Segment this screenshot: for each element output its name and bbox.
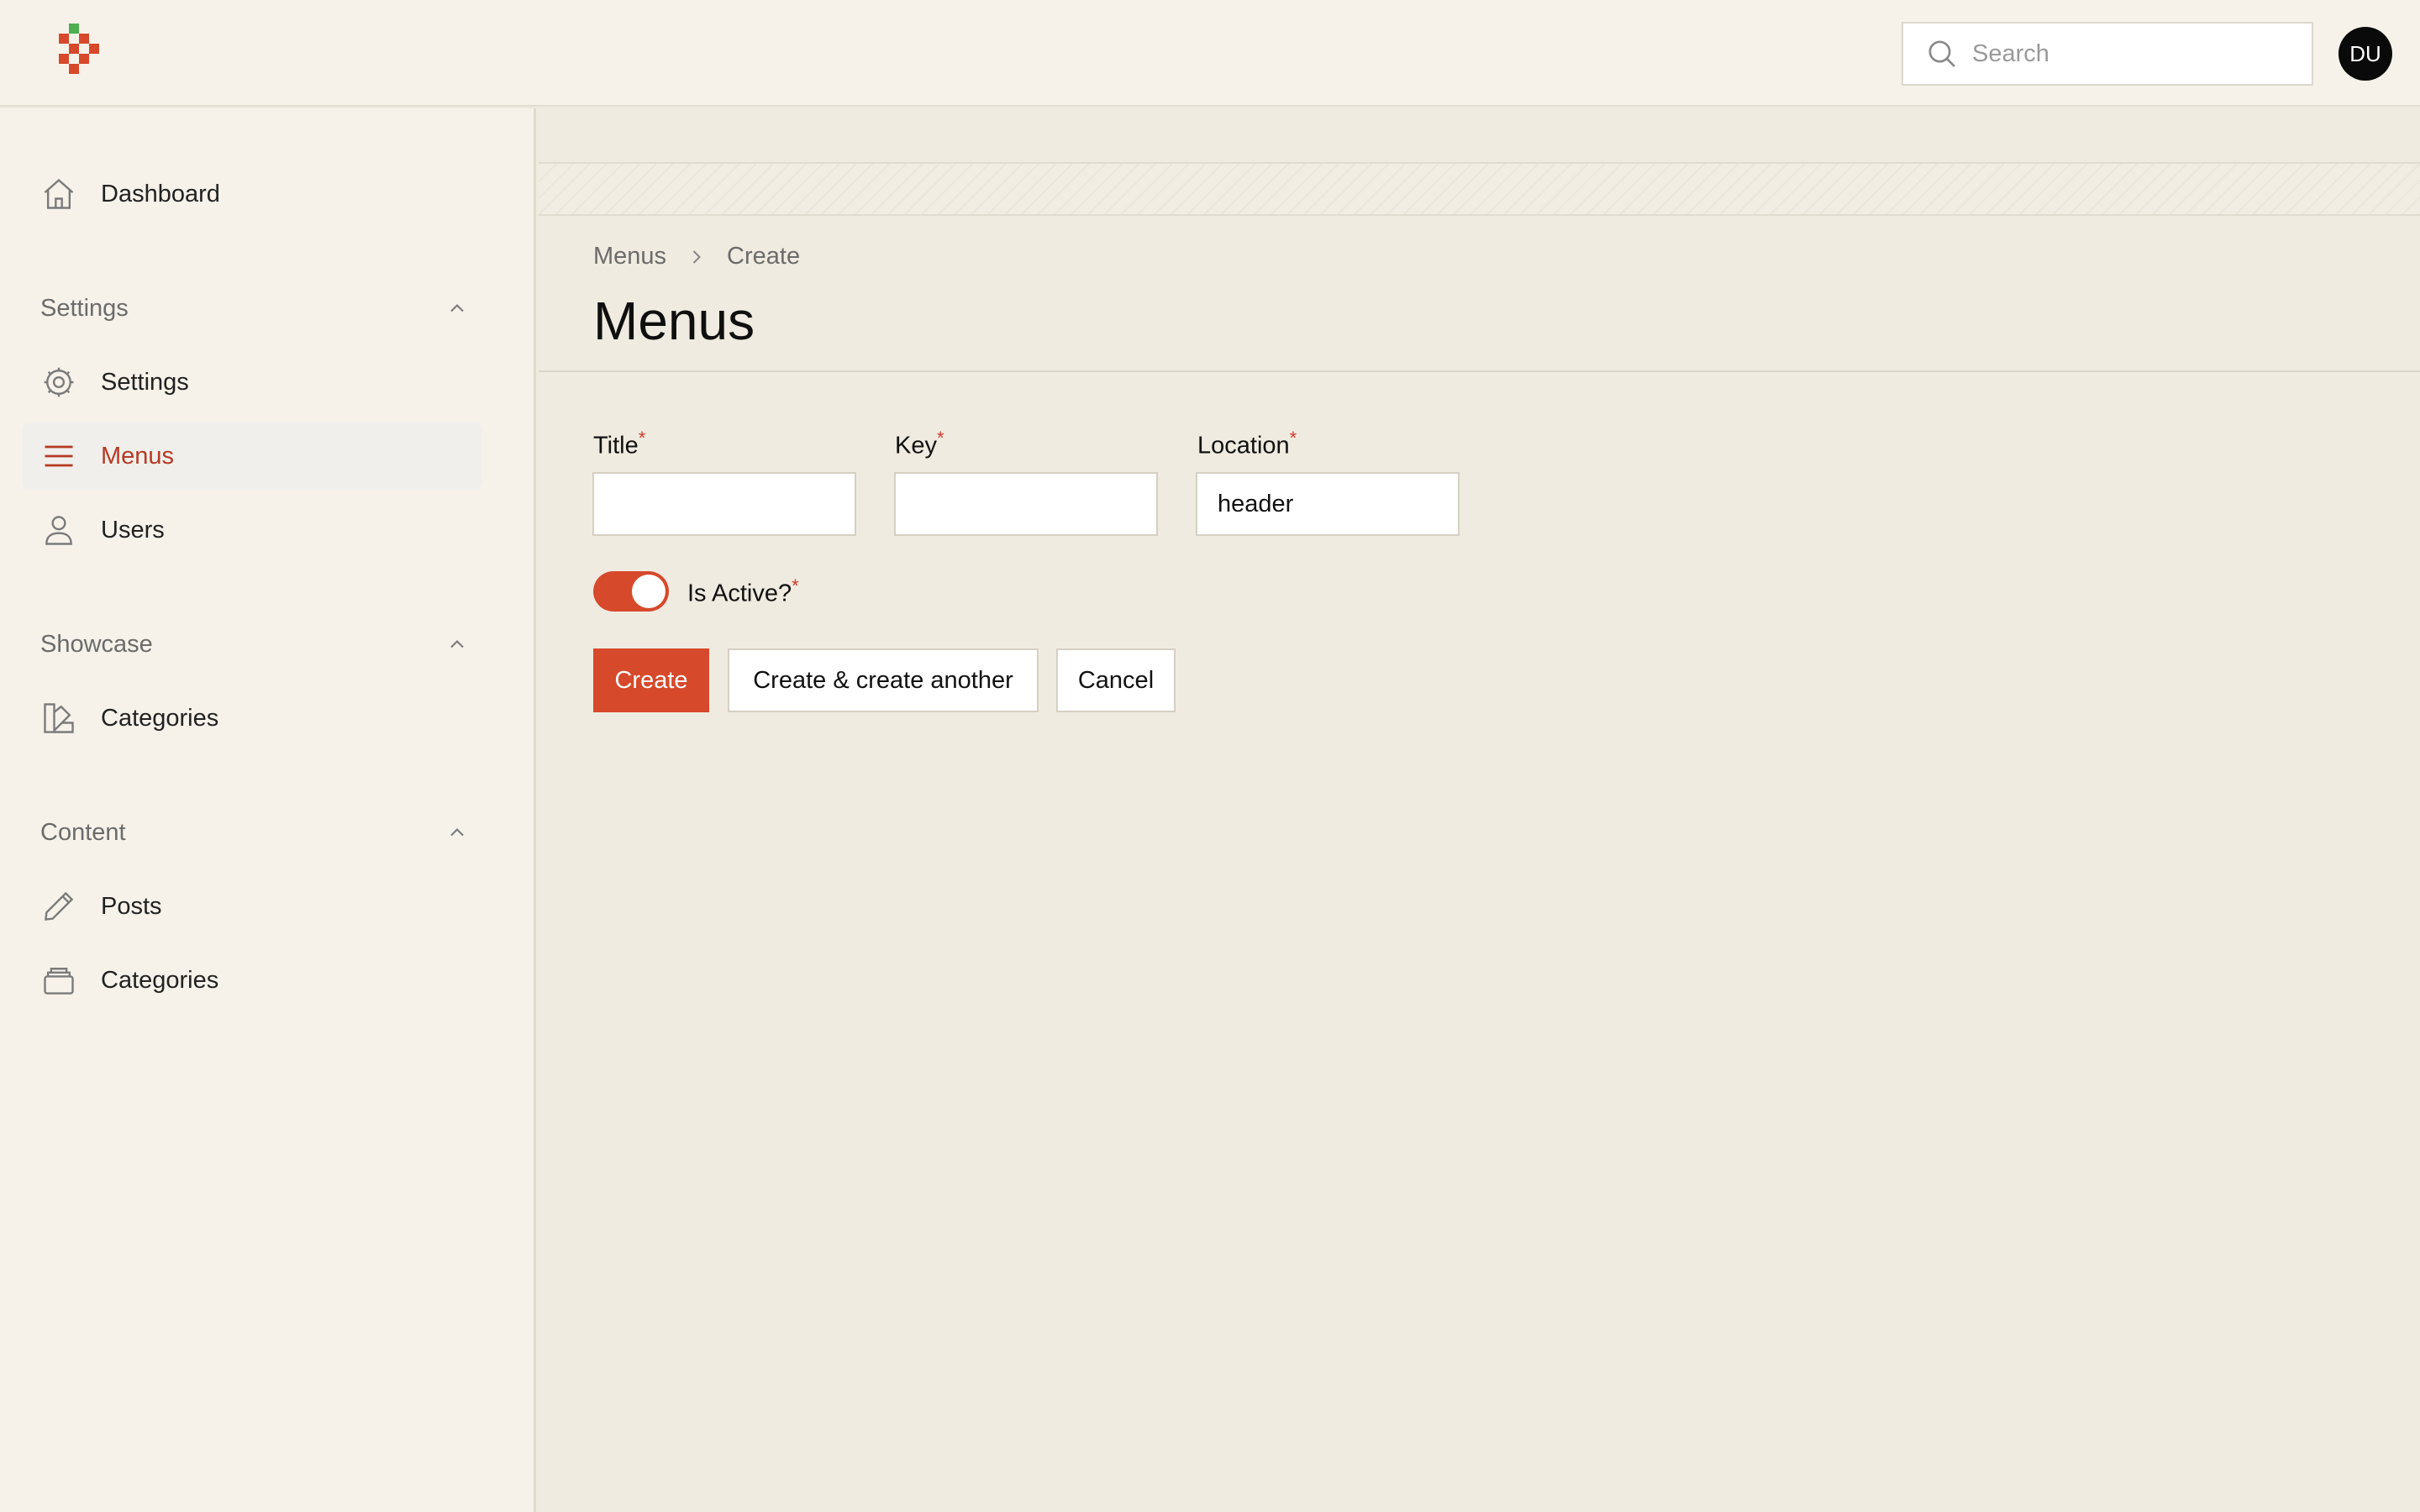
home-icon bbox=[44, 178, 74, 209]
sidebar-item-label: Posts bbox=[101, 892, 162, 920]
title-field[interactable] bbox=[592, 472, 856, 536]
group-header-content[interactable]: Content bbox=[40, 814, 469, 851]
group-header-settings[interactable]: Settings bbox=[40, 290, 469, 327]
sidebar-item-menus[interactable]: Menus bbox=[22, 423, 482, 490]
user-icon bbox=[45, 516, 72, 545]
breadcrumb-current: Create bbox=[727, 243, 801, 270]
sidebar-item-settings[interactable]: Settings bbox=[22, 349, 482, 416]
location-label: Location* bbox=[1197, 428, 1297, 459]
sidebar-item-content-categories[interactable]: Categories bbox=[22, 947, 482, 1014]
sidebar-item-label: Users bbox=[101, 516, 165, 543]
stack-icon bbox=[44, 968, 74, 995]
top-bar: DU bbox=[0, 0, 2420, 107]
page-title: Menus bbox=[593, 291, 755, 351]
group-label: Content bbox=[40, 818, 126, 846]
chevron-up-icon[interactable] bbox=[445, 633, 469, 656]
header-divider bbox=[539, 370, 2420, 372]
chevron-right-icon bbox=[692, 249, 702, 264]
striped-banner bbox=[539, 162, 2420, 216]
key-label: Key* bbox=[895, 428, 944, 459]
sidebar-item-showcase-categories[interactable]: Categories bbox=[22, 685, 482, 752]
breadcrumb-menus-link[interactable]: Menus bbox=[593, 243, 666, 270]
breadcrumb: Menus Create bbox=[593, 243, 800, 270]
pencil-icon bbox=[45, 891, 74, 921]
sidebar-item-users[interactable]: Users bbox=[22, 496, 482, 564]
location-field[interactable] bbox=[1196, 472, 1460, 536]
swatch-icon bbox=[44, 703, 74, 733]
user-avatar[interactable]: DU bbox=[2338, 27, 2392, 81]
sidebar-item-label: Menus bbox=[101, 442, 175, 470]
is-active-label: Is Active?* bbox=[687, 575, 799, 607]
app-logo[interactable] bbox=[55, 24, 106, 84]
sidebar-item-posts[interactable]: Posts bbox=[22, 873, 482, 940]
search-input[interactable] bbox=[1972, 39, 2291, 68]
chevron-up-icon[interactable] bbox=[445, 297, 469, 320]
search-icon bbox=[1928, 40, 1955, 67]
sidebar: Dashboard Settings Settings Menus Users … bbox=[0, 108, 536, 1512]
title-label: Title* bbox=[593, 428, 646, 459]
sidebar-item-label: Categories bbox=[101, 966, 219, 994]
group-label: Showcase bbox=[40, 630, 153, 658]
key-field[interactable] bbox=[894, 472, 1158, 536]
menu-lines-icon bbox=[45, 445, 73, 467]
create-another-button[interactable]: Create & create another bbox=[728, 648, 1039, 712]
sidebar-item-label: Categories bbox=[101, 704, 219, 732]
chevron-up-icon[interactable] bbox=[445, 821, 469, 844]
sidebar-item-label: Dashboard bbox=[101, 180, 220, 207]
sidebar-item-label: Settings bbox=[101, 368, 189, 396]
group-header-showcase[interactable]: Showcase bbox=[40, 626, 469, 663]
gear-icon bbox=[44, 367, 74, 397]
create-button[interactable]: Create bbox=[593, 648, 709, 712]
sidebar-item-dashboard[interactable]: Dashboard bbox=[22, 160, 482, 228]
cancel-button[interactable]: Cancel bbox=[1056, 648, 1176, 712]
search-box[interactable] bbox=[1902, 22, 2313, 86]
group-label: Settings bbox=[40, 294, 129, 322]
is-active-toggle[interactable] bbox=[593, 571, 669, 612]
main-content: Menus Create Menus Title* Key* Location*… bbox=[539, 108, 2420, 1512]
toggle-knob bbox=[632, 575, 666, 608]
